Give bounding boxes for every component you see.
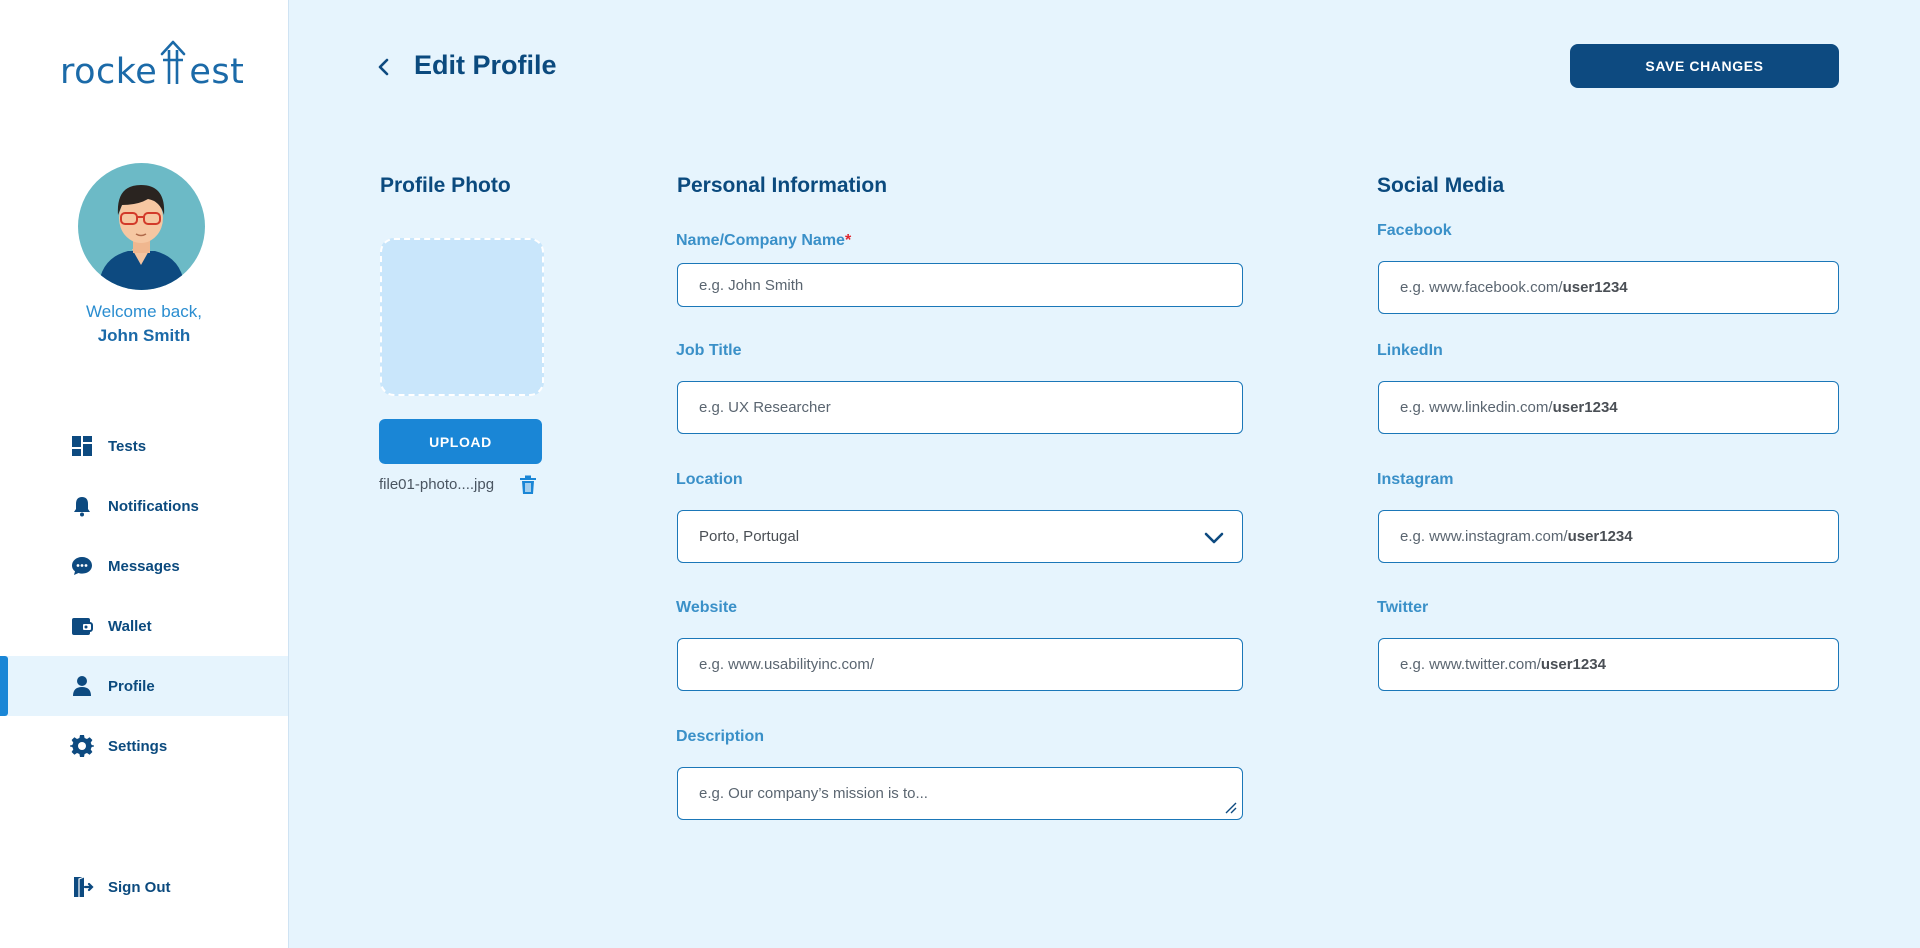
sidebar-item-messages[interactable]: Messages <box>0 536 288 596</box>
required-asterisk: * <box>844 232 852 249</box>
description-placeholder: e.g. Our company’s mission is to... <box>699 785 928 802</box>
instagram-prefix: e.g. www.instagram.com/ <box>1400 528 1568 545</box>
sidebar-item-label: Settings <box>108 737 168 755</box>
gear-icon <box>70 734 94 758</box>
facebook-user: user1234 <box>1562 279 1628 296</box>
wallet-icon <box>70 614 94 638</box>
linkedin-label: LinkedIn <box>1377 342 1443 359</box>
user-name: John Smith <box>97 326 191 345</box>
instagram-label: Instagram <box>1377 471 1454 488</box>
twitter-input[interactable]: e.g. www.twitter.com/user1234 <box>1378 638 1839 691</box>
sidebar-item-notifications[interactable]: Notifications <box>0 476 288 536</box>
bell-icon <box>70 494 94 518</box>
website-input[interactable]: e.g. www.usabilityinc.com/ <box>677 638 1243 691</box>
sign-out-label: Sign Out <box>108 878 171 896</box>
chevron-down-icon <box>1204 531 1224 543</box>
sidebar-item-settings[interactable]: Settings <box>0 716 288 776</box>
sidebar-item-wallet[interactable]: Wallet <box>0 596 288 656</box>
personal-information-heading: Personal Information <box>677 174 888 197</box>
welcome-text: Welcome back, <box>86 302 202 321</box>
sign-out-button[interactable]: Sign Out <box>0 857 288 917</box>
avatar[interactable] <box>78 163 205 290</box>
twitter-prefix: e.g. www.twitter.com/ <box>1400 656 1541 673</box>
job-title-label: Job Title <box>676 342 742 359</box>
social-media-heading: Social Media <box>1377 174 1505 197</box>
job-title-input[interactable]: e.g. UX Researcher <box>677 381 1243 434</box>
instagram-input[interactable]: e.g. www.instagram.com/user1234 <box>1378 510 1839 563</box>
sidebar-item-label: Messages <box>108 557 180 575</box>
resize-handle-icon[interactable] <box>1223 800 1237 814</box>
chat-icon <box>70 554 94 578</box>
twitter-user: user1234 <box>1540 656 1606 673</box>
name-label-text: Name/Company Name <box>676 232 845 249</box>
upload-button[interactable]: UPLOAD <box>379 419 542 464</box>
logo-text-left: rocke <box>60 52 158 92</box>
user-icon <box>70 674 94 698</box>
twitter-placeholder: e.g. www.twitter.com/user1234 <box>1400 656 1606 673</box>
linkedin-user: user1234 <box>1552 399 1618 416</box>
facebook-prefix: e.g. www.facebook.com/ <box>1400 279 1563 296</box>
location-label: Location <box>676 471 743 488</box>
facebook-input[interactable]: e.g. www.facebook.com/user1234 <box>1378 261 1839 314</box>
name-input-placeholder: e.g. John Smith <box>699 276 804 294</box>
sidebar-item-label: Wallet <box>108 617 152 635</box>
rocketest-logo[interactable]: rocke est <box>60 40 244 92</box>
rocket-arrow-icon <box>158 40 188 92</box>
website-placeholder: e.g. www.usabilityinc.com/ <box>699 656 875 673</box>
dashboard-icon <box>70 434 94 458</box>
sidebar-item-label: Profile <box>108 677 155 695</box>
uploaded-file-name: file01-photo....jpg <box>379 476 495 493</box>
description-textarea[interactable]: e.g. Our company’s mission is to... <box>677 767 1243 820</box>
facebook-label: Facebook <box>1377 222 1452 239</box>
sidebar-item-tests[interactable]: Tests <box>0 416 288 476</box>
photo-dropzone[interactable] <box>380 238 544 396</box>
description-label: Description <box>676 728 765 745</box>
job-title-placeholder: e.g. UX Researcher <box>699 399 831 416</box>
back-chevron-icon[interactable] <box>372 52 396 82</box>
linkedin-input[interactable]: e.g. www.linkedin.com/user1234 <box>1378 381 1839 434</box>
logo-text-right: est <box>189 52 245 92</box>
trash-icon[interactable] <box>519 475 537 495</box>
instagram-user: user1234 <box>1567 528 1633 545</box>
twitter-label: Twitter <box>1377 599 1429 616</box>
instagram-placeholder: e.g. www.instagram.com/user1234 <box>1400 528 1633 545</box>
sidebar-item-label: Notifications <box>108 497 199 515</box>
linkedin-prefix: e.g. www.linkedin.com/ <box>1400 399 1553 416</box>
profile-photo-heading: Profile Photo <box>380 174 511 197</box>
website-label: Website <box>676 599 738 616</box>
sidebar-item-label: Tests <box>108 437 147 455</box>
page-title: Edit Profile <box>414 50 557 80</box>
sign-out-icon <box>70 875 94 899</box>
location-value: Porto, Portugal <box>699 528 800 545</box>
linkedin-placeholder: e.g. www.linkedin.com/user1234 <box>1400 399 1618 416</box>
sidebar: rocke est Welcome back, John Smith Tests… <box>0 0 289 948</box>
name-label: Name/Company Name* <box>676 232 851 250</box>
name-input[interactable]: e.g. John Smith <box>677 263 1243 307</box>
save-changes-button[interactable]: SAVE CHANGES <box>1570 44 1839 88</box>
location-select[interactable]: Porto, Portugal <box>677 510 1243 563</box>
facebook-placeholder: e.g. www.facebook.com/user1234 <box>1400 279 1628 296</box>
sidebar-item-profile[interactable]: Profile <box>0 656 288 716</box>
